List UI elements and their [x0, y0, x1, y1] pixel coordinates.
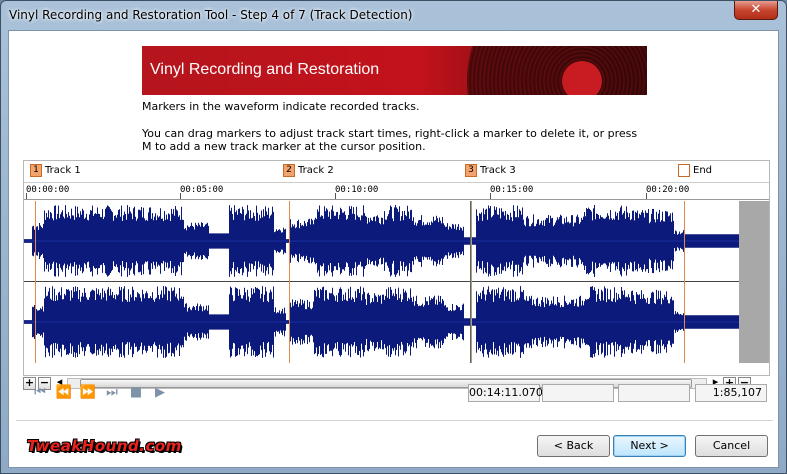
- marker-line-3: [471, 201, 472, 363]
- stop-icon[interactable]: ■: [127, 384, 145, 402]
- playback-cursor: [470, 201, 471, 363]
- record-label-icon: [562, 61, 602, 95]
- skip-to-end-icon[interactable]: ⏭: [103, 384, 121, 402]
- vinyl-record-icon: [467, 46, 647, 95]
- ruler-label: 00:20:00: [646, 185, 690, 195]
- instruction-line-1: Markers in the waveform indicate recorde…: [142, 100, 420, 113]
- skip-to-start-icon[interactable]: ⏮: [31, 384, 49, 402]
- ruler-label: 00:15:00: [490, 185, 534, 195]
- status-field-2: [542, 384, 614, 402]
- marker-label: Track 1: [45, 165, 81, 176]
- marker-number: 3: [465, 164, 477, 177]
- marker-line-end: [684, 201, 685, 363]
- waveform-panel[interactable]: 1 Track 1 2 Track 2 3 Track 3 End 00:00:…: [23, 160, 770, 376]
- waveform-display[interactable]: [24, 201, 769, 363]
- ruler-label: 00:10:00: [335, 185, 379, 195]
- status-field-3: [618, 384, 690, 402]
- ruler-tick: [180, 193, 181, 199]
- separator: [16, 420, 773, 421]
- marker-label: Track 3: [480, 165, 516, 176]
- marker-row: 1 Track 1 2 Track 2 3 Track 3 End: [24, 161, 769, 183]
- ruler-tick: [335, 193, 336, 199]
- banner-title: Vinyl Recording and Restoration: [150, 61, 380, 78]
- next-button[interactable]: Next >: [613, 435, 686, 457]
- waveform-svg: [24, 205, 769, 358]
- zoom-ratio-field: 1:85,107: [695, 384, 767, 402]
- marker-number: [678, 164, 690, 177]
- ruler-tick: [490, 193, 491, 199]
- ruler-tick: [646, 193, 647, 199]
- channel-divider: [24, 281, 769, 282]
- marker-line-2: [289, 201, 290, 363]
- header-banner: Vinyl Recording and Restoration: [142, 46, 647, 95]
- client-area: Vinyl Recording and Restoration Markers …: [8, 30, 779, 468]
- title-bar[interactable]: Vinyl Recording and Restoration Tool - S…: [1, 1, 786, 29]
- ruler-tick: [26, 193, 27, 199]
- marker-label: Track 2: [298, 165, 334, 176]
- window-title: Vinyl Recording and Restoration Tool - S…: [9, 8, 413, 22]
- ruler-label: 00:00:00: [26, 185, 70, 195]
- back-button[interactable]: < Back: [537, 435, 610, 457]
- close-button[interactable]: ✕: [734, 1, 778, 20]
- time-ruler[interactable]: 00:00:00 00:05:00 00:10:00 00:15:00 00:2…: [24, 183, 769, 200]
- position-field: 00:14:11.070: [468, 384, 543, 402]
- unrecorded-region: [739, 201, 769, 363]
- instruction-line-2: You can drag markers to adjust track sta…: [142, 127, 638, 153]
- ruler-label: 00:05:00: [180, 185, 224, 195]
- play-icon[interactable]: ▶: [151, 384, 169, 402]
- wizard-window: Vinyl Recording and Restoration Tool - S…: [0, 0, 787, 474]
- marker-line-1: [35, 201, 36, 363]
- marker-label: End: [693, 165, 713, 176]
- tweakhound-watermark: TweakHound.com: [27, 437, 182, 455]
- fast-forward-icon[interactable]: ⏩: [79, 384, 97, 402]
- marker-number: 2: [283, 164, 295, 177]
- cancel-button[interactable]: Cancel: [695, 435, 768, 457]
- marker-number: 1: [30, 164, 42, 177]
- rewind-icon[interactable]: ⏪: [55, 384, 73, 402]
